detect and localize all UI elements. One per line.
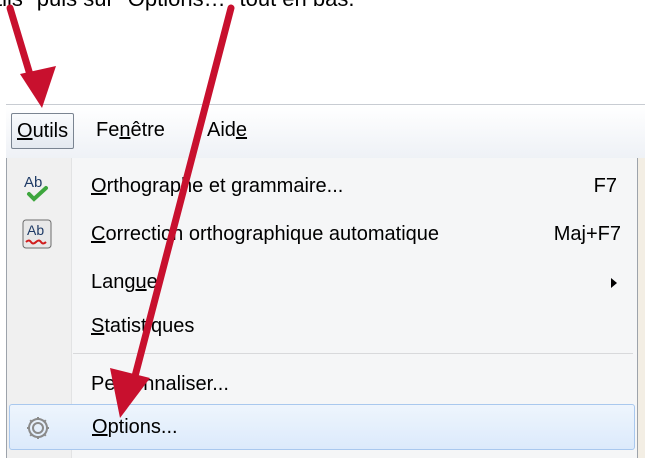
menu-item-personnaliser[interactable]: Personnaliser...: [7, 362, 637, 406]
menu-item-statistiques[interactable]: Statistiques: [7, 304, 637, 348]
gear-icon: [21, 411, 55, 445]
menu-outils-label: utils: [32, 120, 69, 142]
outils-dropdown-menu: Ab Orthographe et grammaire... F7 Ab Cor…: [6, 158, 638, 458]
menu-fenetre-mnemonic: n: [119, 119, 131, 141]
menu-fenetre-label-pre: Fe: [96, 119, 120, 141]
menu-item-options[interactable]: Options...: [9, 404, 635, 450]
menu-outils[interactable]: Outils: [11, 113, 75, 149]
menu-item-orthographe[interactable]: Ab Orthographe et grammaire... F7: [7, 164, 637, 208]
menu-outils-mnemonic: O: [17, 120, 33, 142]
menu-aide-mnemonic: e: [235, 119, 248, 141]
svg-text:Ab: Ab: [27, 222, 44, 238]
menu-aide-label-pre: Aid: [207, 119, 236, 141]
menu-item-shortcut: F7: [593, 175, 617, 197]
spellcheck-icon: Ab: [20, 170, 54, 204]
menu-item-shortcut: Maj+F7: [553, 223, 621, 245]
autospell-icon: Ab: [20, 218, 54, 252]
svg-text:Ab: Ab: [24, 174, 42, 191]
menu-item-label: Options...: [92, 416, 178, 438]
submenu-arrow-icon: [611, 278, 617, 288]
instruction-caption: tils" puis sur "Options…" tout en bas.: [0, 0, 354, 12]
arrow-to-outils-shaft: [6, 4, 38, 92]
menu-fenetre-label-post: être: [130, 119, 165, 141]
menu-aide[interactable]: Aide: [202, 113, 252, 147]
menu-item-label: Correction orthographique automatique: [91, 223, 440, 245]
menu-fenetre[interactable]: Fenêtre: [91, 113, 170, 147]
menu-bar: Outils Fenêtre Aide: [6, 104, 645, 160]
menu-item-label: Orthographe et grammaire...: [91, 175, 344, 197]
menu-item-label: Statistiques: [91, 315, 195, 337]
menu-separator: [73, 353, 633, 354]
menu-item-langue[interactable]: Langue: [7, 260, 637, 304]
arrow-to-outils-head: [20, 66, 56, 108]
menu-item-label: Personnaliser...: [91, 373, 229, 395]
menu-item-correction-auto[interactable]: Ab Correction orthographique automatique…: [7, 212, 637, 256]
menu-item-label: Langue: [91, 271, 158, 293]
